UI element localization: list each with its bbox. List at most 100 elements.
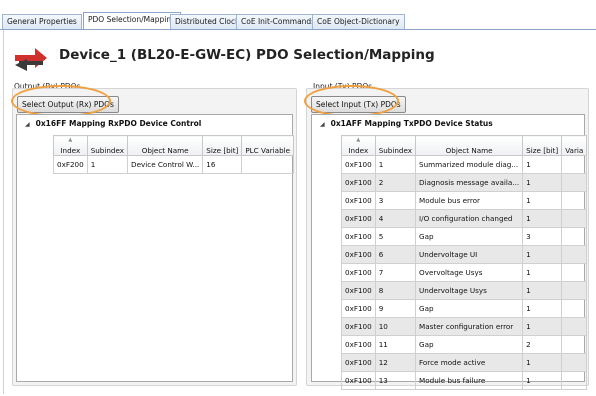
cell-subindex: 13 — [374, 371, 417, 390]
cell-index: 0xF100 — [341, 317, 376, 336]
cell-index: 0xF100 — [341, 173, 376, 192]
cell-index: 0xF100 — [341, 281, 376, 300]
cell-subindex: 1 — [86, 155, 129, 174]
cell-subindex: 6 — [374, 245, 417, 264]
input-mapping-table: ▲ Index Subindex Object Name Size [bit] V… — [341, 135, 588, 390]
column-header-index[interactable]: ▲ Index — [53, 135, 88, 156]
cell-size: 1 — [522, 209, 563, 228]
cell-size: 1 — [522, 263, 563, 282]
cell-object-name: Gap — [415, 299, 524, 318]
cell-object-name: I/O configuration changed — [415, 209, 524, 228]
tab-distributed-clock[interactable]: Distributed Clock — [170, 14, 245, 29]
cell-index: 0xF100 — [341, 299, 376, 318]
cell-size: 1 — [522, 191, 563, 210]
sort-arrow-icon: ▲ — [68, 137, 73, 143]
cell-variable[interactable] — [561, 209, 588, 228]
cell-variable[interactable] — [561, 281, 588, 300]
table-row[interactable]: 0xF100 11 Gap 2 — [341, 335, 588, 354]
input-tree-node-label: 0x1AFF Mapping TxPDO Device Status — [330, 119, 493, 128]
cell-size: 1 — [522, 371, 563, 390]
input-tree-node[interactable]: ◢ 0x1AFF Mapping TxPDO Device Status — [320, 119, 493, 128]
input-pdo-tree: ◢ 0x1AFF Mapping TxPDO Device Status ▲ Ind… — [311, 114, 588, 390]
cell-index: 0xF100 — [341, 245, 376, 264]
collapse-icon[interactable]: ◢ — [25, 121, 30, 128]
table-row[interactable]: 0xF100 9 Gap 1 — [341, 299, 588, 318]
cell-size: 1 — [522, 173, 563, 192]
output-tree-node-label: 0x16FF Mapping RxPDO Device Control — [35, 119, 202, 128]
column-header-subindex[interactable]: Subindex — [86, 135, 129, 156]
cell-variable[interactable] — [561, 245, 588, 264]
cell-variable[interactable] — [561, 155, 588, 174]
column-header-object-name[interactable]: Object Name — [127, 135, 204, 156]
cell-variable[interactable] — [561, 353, 588, 372]
cell-object-name: Gap — [415, 227, 524, 246]
select-input-pdos-button[interactable]: Select Input (Tx) PDOs — [311, 96, 406, 113]
table-row[interactable]: 0xF100 8 Undervoltage Usys 1 — [341, 281, 588, 300]
cell-object-name: Device Control W... — [127, 155, 204, 174]
cell-subindex: 7 — [374, 263, 417, 282]
cell-variable[interactable] — [561, 227, 588, 246]
cell-size: 1 — [522, 155, 563, 174]
column-header-subindex[interactable]: Subindex — [374, 135, 417, 156]
cell-index: 0xF200 — [53, 155, 88, 174]
cell-variable[interactable] — [561, 317, 588, 336]
column-header-index[interactable]: ▲ Index — [341, 135, 376, 156]
output-tree-node[interactable]: ◢ 0x16FF Mapping RxPDO Device Control — [25, 119, 201, 128]
select-output-pdos-button[interactable]: Select Output (Rx) PDOs — [17, 96, 119, 113]
cell-variable[interactable] — [561, 263, 588, 282]
cell-index: 0xF100 — [341, 191, 376, 210]
table-row[interactable]: 0xF100 6 Undervoltage UI 1 — [341, 245, 588, 264]
table-row[interactable]: 0xF200 1 Device Control W... 16 — [53, 155, 295, 174]
tab-coe-object-dictionary[interactable]: CoE Object-Dictionary — [312, 14, 405, 29]
cell-size: 1 — [522, 245, 563, 264]
cell-variable[interactable] — [561, 335, 588, 354]
column-header-size[interactable]: Size [bit] — [202, 135, 243, 156]
cell-size: 3 — [522, 227, 563, 246]
cell-subindex: 5 — [374, 227, 417, 246]
collapse-icon[interactable]: ◢ — [320, 121, 325, 128]
cell-object-name: Summarized module diag... — [415, 155, 524, 174]
tab-coe-init-commands[interactable]: CoE Init-Commands — [236, 14, 321, 29]
cell-object-name: Undervoltage UI — [415, 245, 524, 264]
tab-pdo-selection-mapping[interactable]: PDO Selection/Mapping — [83, 12, 181, 30]
cell-index: 0xF100 — [341, 227, 376, 246]
tab-general-properties[interactable]: General Properties — [2, 14, 82, 29]
cell-variable[interactable] — [561, 191, 588, 210]
table-row[interactable]: 0xF100 12 Force mode active 1 — [341, 353, 588, 372]
column-header-size[interactable]: Size [bit] — [522, 135, 563, 156]
column-header-variable[interactable]: Varia — [561, 135, 588, 156]
table-row[interactable]: 0xF100 3 Module bus error 1 — [341, 191, 588, 210]
tab-bar: General Properties PDO Selection/Mapping… — [0, 0, 596, 30]
cell-object-name: Diagnosis message availa... — [415, 173, 524, 192]
cell-subindex: 3 — [374, 191, 417, 210]
table-row[interactable]: 0xF100 4 I/O configuration changed 1 — [341, 209, 588, 228]
cell-index: 0xF100 — [341, 371, 376, 390]
cell-subindex: 2 — [374, 173, 417, 192]
cell-size: 2 — [522, 335, 563, 354]
cell-size: 1 — [522, 317, 563, 336]
cell-object-name: Module bus error — [415, 191, 524, 210]
table-row[interactable]: 0xF100 5 Gap 3 — [341, 227, 588, 246]
cell-subindex: 12 — [374, 353, 417, 372]
table-row[interactable]: 0xF100 1 Summarized module diag... 1 — [341, 155, 588, 174]
cell-index: 0xF100 — [341, 209, 376, 228]
cell-subindex: 1 — [374, 155, 417, 174]
table-row[interactable]: 0xF100 2 Diagnosis message availa... 1 — [341, 173, 588, 192]
cell-variable[interactable] — [561, 371, 588, 390]
cell-index: 0xF100 — [341, 155, 376, 174]
cell-variable[interactable] — [561, 299, 588, 318]
column-header-object-name[interactable]: Object Name — [415, 135, 524, 156]
cell-subindex: 9 — [374, 299, 417, 318]
output-mapping-table: ▲ Index Subindex Object Name Size [bit] P… — [53, 135, 295, 174]
cell-index: 0xF100 — [341, 335, 376, 354]
cell-size: 1 — [522, 353, 563, 372]
cell-object-name: Module bus failure — [415, 371, 524, 390]
cell-subindex: 10 — [374, 317, 417, 336]
table-row[interactable]: 0xF100 13 Module bus failure 1 — [341, 371, 588, 390]
column-header-plc-variable[interactable]: PLC Variable — [241, 135, 295, 156]
cell-variable[interactable] — [561, 173, 588, 192]
table-row[interactable]: 0xF100 10 Master configuration error 1 — [341, 317, 588, 336]
cell-plc-variable[interactable] — [241, 155, 295, 174]
table-row[interactable]: 0xF100 7 Overvoltage Usys 1 — [341, 263, 588, 282]
cell-subindex: 8 — [374, 281, 417, 300]
